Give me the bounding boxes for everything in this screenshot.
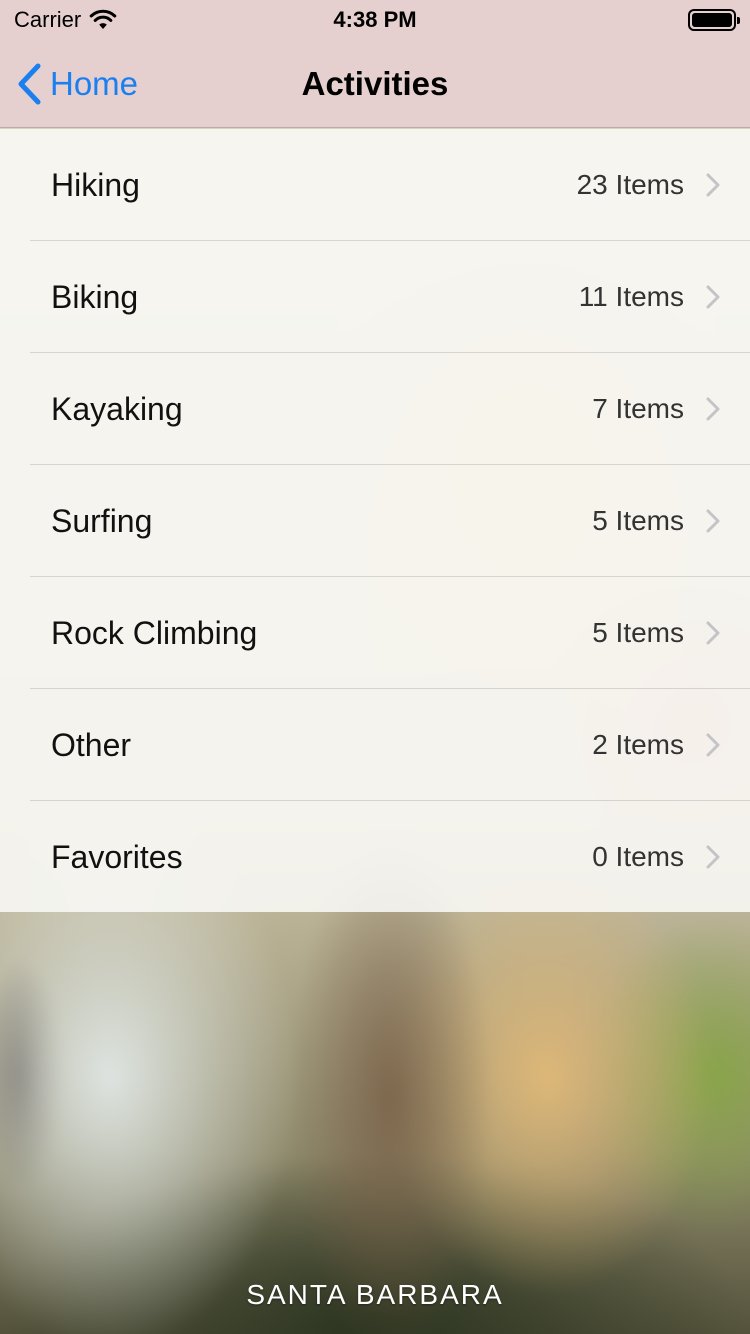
- chevron-right-icon: [706, 509, 720, 533]
- chevron-right-icon: [706, 845, 720, 869]
- list-item-hiking[interactable]: Hiking 23 Items: [0, 129, 750, 241]
- list-item-title: Other: [51, 726, 132, 763]
- navigation-bar: Home Activities: [0, 40, 750, 128]
- battery-level: [692, 13, 732, 27]
- chevron-right-icon: [706, 397, 720, 421]
- list-item-count: 23 Items: [576, 169, 684, 200]
- list-item-rock-climbing[interactable]: Rock Climbing 5 Items: [0, 577, 750, 689]
- chevron-right-icon: [706, 285, 720, 309]
- list-item-count: 5 Items: [592, 617, 684, 648]
- list-item-kayaking[interactable]: Kayaking 7 Items: [0, 353, 750, 465]
- activities-list: Hiking 23 Items Biking 11 Items Kayaking…: [0, 129, 750, 912]
- list-item-title: Biking: [51, 278, 139, 315]
- list-item-title: Rock Climbing: [51, 614, 258, 651]
- list-item-title: Surfing: [51, 502, 153, 539]
- list-item-count: 0 Items: [592, 841, 684, 872]
- carrier-label: Carrier: [14, 7, 82, 32]
- list-item-title: Favorites: [51, 838, 183, 875]
- wifi-icon: [89, 9, 117, 29]
- chevron-right-icon: [706, 733, 720, 757]
- chevron-right-icon: [706, 621, 720, 645]
- back-button[interactable]: Home: [16, 63, 138, 105]
- list-item-count: 2 Items: [592, 729, 684, 760]
- list-item-count: 7 Items: [592, 393, 684, 424]
- battery-icon: [688, 9, 740, 31]
- list-item-surfing[interactable]: Surfing 5 Items: [0, 465, 750, 577]
- list-item-biking[interactable]: Biking 11 Items: [0, 241, 750, 353]
- status-bar: Carrier 4:38 PM: [0, 0, 750, 40]
- chevron-right-icon: [706, 173, 720, 197]
- chevron-left-icon: [18, 63, 41, 104]
- list-item-title: Hiking: [51, 166, 140, 203]
- list-item-count: 11 Items: [578, 281, 684, 312]
- list-item-count: 5 Items: [592, 505, 684, 536]
- list-item-favorites[interactable]: Favorites 0 Items: [0, 801, 750, 913]
- location-caption: SANTA BARBARA: [246, 1279, 504, 1310]
- list-item-other[interactable]: Other 2 Items: [0, 689, 750, 801]
- list-item-title: Kayaking: [51, 390, 183, 427]
- status-left: Carrier: [14, 7, 117, 33]
- back-button-label: Home: [50, 64, 139, 102]
